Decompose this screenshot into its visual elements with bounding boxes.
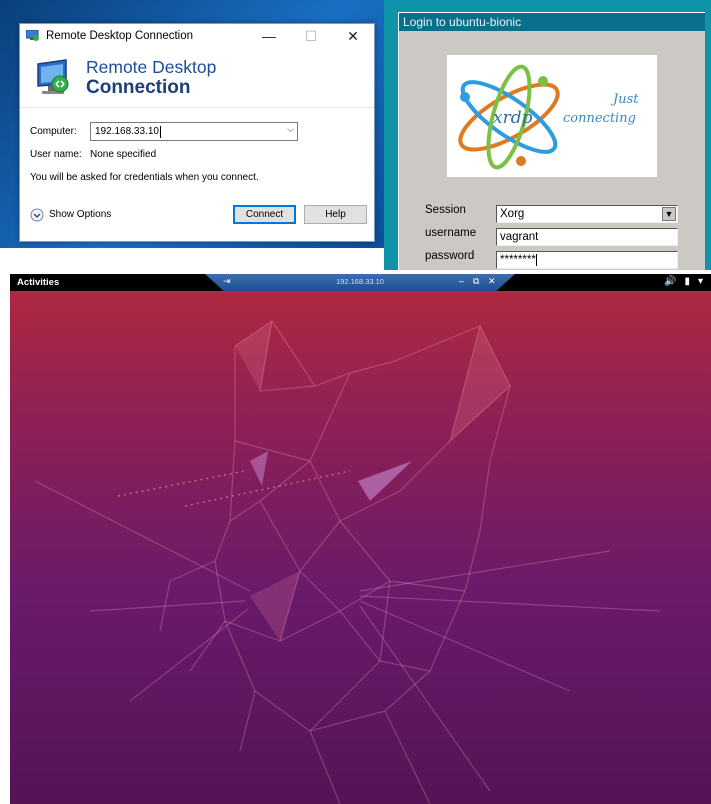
rdc-app-icon — [26, 30, 39, 41]
close-button[interactable]: ✕ — [332, 24, 374, 48]
remote-session-title: 192.168.33.10 — [336, 277, 384, 286]
computer-input[interactable]: 192.168.33.10 ⌵ — [90, 122, 298, 141]
connect-button[interactable]: Connect — [233, 205, 296, 224]
computer-monitor-icon — [37, 58, 69, 94]
remote-desktop-connection-window: Remote Desktop Connection — ☐ ✕ Remote D… — [19, 23, 375, 242]
maximize-button[interactable]: ☐ — [290, 24, 332, 48]
computer-input-value: 192.168.33.10 — [95, 126, 159, 137]
minimize-button[interactable]: — — [248, 24, 290, 48]
minimize-icon[interactable]: – — [459, 276, 464, 286]
system-tray[interactable]: 🔊 ▮ ▾ — [664, 276, 703, 287]
ubuntu-focal-fossa-wallpaper — [34, 320, 661, 804]
window-titlebar[interactable]: Remote Desktop Connection — ☐ ✕ — [20, 24, 374, 48]
expand-circle-icon — [30, 208, 44, 221]
session-value: Xorg — [500, 208, 525, 220]
system-menu-chevron-down-icon[interactable]: ▾ — [698, 276, 703, 287]
windows-desktop-background: Remote Desktop Connection — ☐ ✕ Remote D… — [0, 0, 384, 248]
credentials-note: You will be asked for credentials when y… — [30, 172, 259, 183]
session-label: Session — [425, 204, 466, 216]
xrdp-logo: xrdp Just connecting — [447, 55, 657, 177]
xrdp-title: Login to ubuntu-bionic — [399, 13, 705, 31]
restore-icon[interactable]: ⧉ — [473, 276, 479, 287]
username-value: None specified — [90, 149, 157, 160]
battery-icon[interactable]: ▮ — [684, 276, 690, 287]
show-options-toggle[interactable]: Show Options — [30, 208, 233, 222]
banner-title-line1: Remote Desktop — [86, 56, 217, 77]
volume-icon[interactable]: 🔊 — [664, 276, 676, 287]
xrdp-atom-logo-icon: xrdp Just connecting — [458, 64, 639, 170]
close-icon[interactable]: ✕ — [488, 276, 496, 287]
remote-session-toolbar[interactable]: ⇥ 192.168.33.10 – ⧉ ✕ — [205, 274, 515, 291]
tagline-just: Just — [610, 92, 639, 107]
password-input[interactable]: ******** — [496, 251, 678, 269]
activities-button[interactable]: Activities — [17, 277, 59, 288]
window-title: Remote Desktop Connection — [46, 30, 194, 42]
banner-title-line2: Connection — [86, 76, 191, 98]
show-options-label: Show Options — [49, 209, 112, 220]
ubuntu-remote-desktop: Activities ⇥ 192.168.33.10 – ⧉ ✕ 🔊 ▮ ▾ — [10, 274, 711, 804]
username-value: vagrant — [500, 231, 539, 243]
session-select[interactable]: Xorg ▼ — [496, 205, 678, 223]
rdc-banner: Remote Desktop Connection — [20, 48, 374, 108]
xrdp-login-window: Login to ubuntu-bionic xrdp Just connect… — [398, 12, 705, 270]
username-input[interactable]: vagrant — [496, 228, 678, 246]
help-button[interactable]: Help — [304, 205, 367, 224]
dropdown-arrow-icon[interactable]: ▼ — [662, 207, 676, 221]
xrdp-logo-text: xrdp — [493, 108, 533, 128]
gnome-top-panel: Activities ⇥ 192.168.33.10 – ⧉ ✕ 🔊 ▮ ▾ — [10, 274, 711, 291]
password-value: ******** — [500, 254, 536, 266]
username-label: User name: — [30, 149, 82, 160]
password-label: password — [425, 250, 475, 262]
username-label: username — [425, 227, 477, 239]
computer-label: Computer: — [30, 126, 77, 137]
xrdp-login-screen: Login to ubuntu-bionic xrdp Just connect… — [384, 0, 711, 270]
tagline-connecting: connecting — [563, 111, 636, 126]
chevron-down-icon[interactable]: ⌵ — [287, 124, 294, 135]
